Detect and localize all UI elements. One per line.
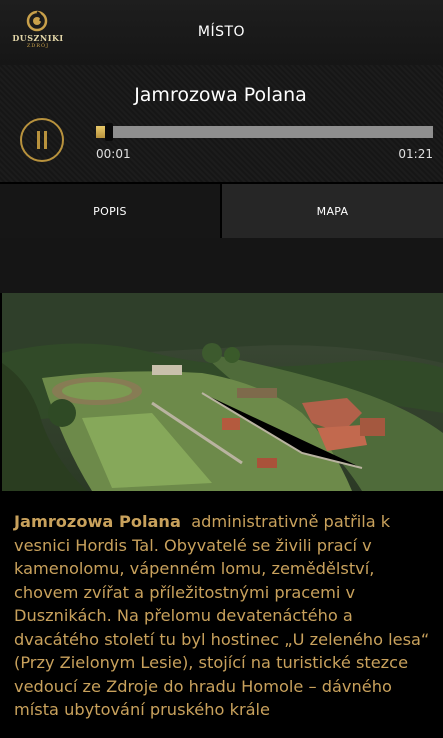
progress-slider[interactable] xyxy=(96,123,433,141)
page-title: MÍSTO xyxy=(197,24,246,40)
total-time: 01:21 xyxy=(398,147,433,161)
tab-popis[interactable]: POPIS xyxy=(0,184,220,238)
progress-fill xyxy=(96,126,105,138)
place-description: Jamrozowa Polana administrativně patřila… xyxy=(14,510,430,722)
tab-bar: POPIS MAPA xyxy=(0,184,443,238)
description-title: Jamrozowa Polana xyxy=(14,512,181,531)
tab-mapa[interactable]: MAPA xyxy=(222,184,443,238)
app-header: DUSZNIKI ZDRÓJ MÍSTO xyxy=(0,0,443,65)
description-text: administrativně patřila k vesnici Hordis… xyxy=(14,512,430,719)
pause-button[interactable] xyxy=(20,118,64,162)
spacer xyxy=(0,238,443,293)
pause-icon-bar xyxy=(44,131,47,149)
track-title: Jamrozowa Polana xyxy=(134,84,307,106)
place-photo xyxy=(2,293,443,491)
audio-player: Jamrozowa Polana 00:01 01:21 xyxy=(0,65,443,182)
progress-thumb[interactable] xyxy=(105,123,113,141)
pause-icon xyxy=(37,131,40,149)
elapsed-time: 00:01 xyxy=(96,147,131,161)
logo-subtext: ZDRÓJ xyxy=(26,43,50,49)
